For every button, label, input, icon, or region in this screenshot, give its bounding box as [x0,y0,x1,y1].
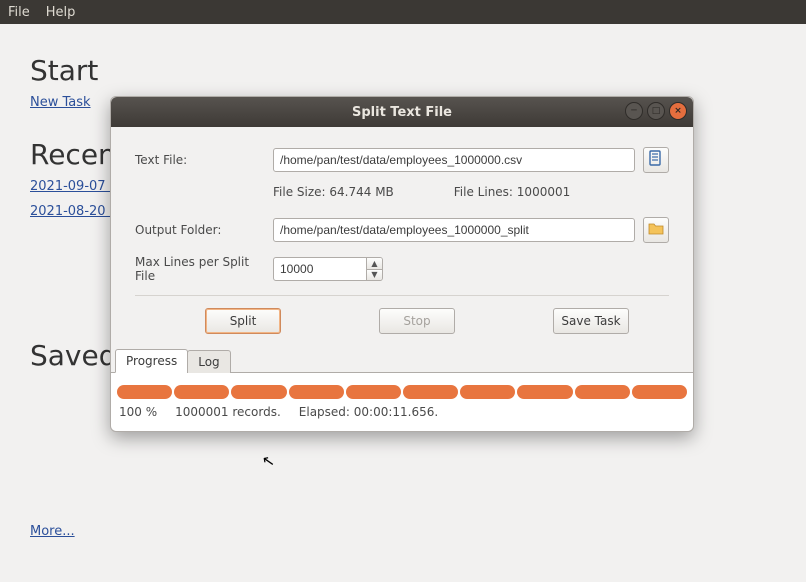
text-file-label: Text File: [135,153,265,167]
more-link[interactable]: More... [30,524,75,539]
tab-progress[interactable]: Progress [115,349,188,373]
menubar: File Help [0,0,806,24]
file-size-text: File Size: 64.744 MB [273,185,394,199]
spinner-down[interactable]: ▼ [366,270,382,281]
separator [135,295,669,296]
folder-icon [648,220,664,240]
split-button[interactable]: Split [205,308,281,334]
start-heading: Start [30,54,776,87]
browse-file-button[interactable] [643,147,669,173]
close-button[interactable]: × [669,102,687,120]
minimize-button[interactable]: ─ [625,102,643,120]
tab-content-progress: 100 % 1000001 records. Elapsed: 00:00:11… [111,373,693,431]
new-task-link[interactable]: New Task [30,95,91,110]
progress-records: 1000001 records. [175,405,281,419]
split-dialog: Split Text File ─ □ × Text File: File Si… [110,96,694,432]
browse-folder-button[interactable] [643,217,669,243]
save-task-button[interactable]: Save Task [553,308,629,334]
max-lines-spinner[interactable]: ▲ ▼ [273,257,383,281]
output-folder-label: Output Folder: [135,223,265,237]
recent-item-1[interactable]: 2021-08-20 1 [30,204,118,219]
progress-bar [117,385,687,399]
recent-item-0[interactable]: 2021-09-07 1 [30,179,118,194]
progress-elapsed: Elapsed: 00:00:11.656. [299,405,438,419]
text-file-input[interactable] [273,148,635,172]
dialog-titlebar[interactable]: Split Text File ─ □ × [111,97,693,127]
dialog-title: Split Text File [352,105,452,120]
maximize-button[interactable]: □ [647,102,665,120]
spinner-up[interactable]: ▲ [366,258,382,270]
stop-button[interactable]: Stop [379,308,455,334]
max-lines-label: Max Lines per Split File [135,255,265,283]
file-lines-text: File Lines: 1000001 [454,185,570,199]
output-folder-input[interactable] [273,218,635,242]
menu-help[interactable]: Help [46,5,76,20]
menu-file[interactable]: File [8,5,30,20]
tabbar: Progress Log [111,348,693,373]
tab-log[interactable]: Log [187,350,230,373]
progress-percent: 100 % [119,405,157,419]
file-icon [648,150,664,170]
